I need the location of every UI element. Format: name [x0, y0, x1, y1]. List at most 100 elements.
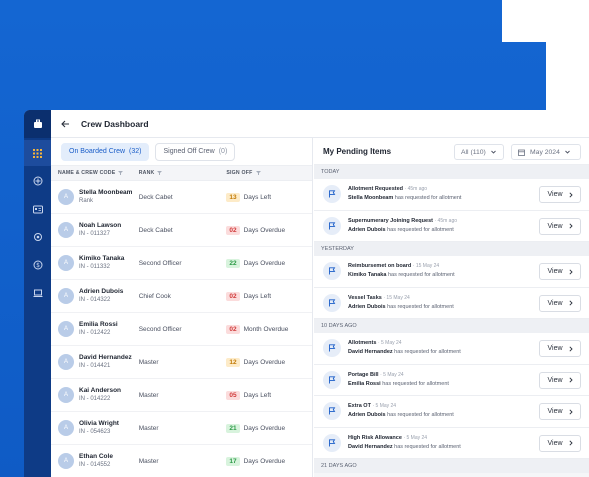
pending-item: Allotment Requested · 45m ago Stella Moo… — [314, 179, 589, 211]
sign-off-cell: 05 Days Left — [226, 390, 312, 400]
pending-item: Supernumerary Joining Request · 45m ago … — [314, 210, 589, 242]
view-button[interactable]: View — [539, 403, 581, 420]
crew-name[interactable]: Stella Moonbeam — [79, 188, 132, 197]
table-row[interactable]: A Noah Lawson IN - 011327 Deck Cabet 02 … — [51, 214, 312, 247]
table-row[interactable]: A Olivia Wright IN - 054623 Master 21 Da… — [51, 412, 312, 445]
pending-list: TODAY Allotment Requested · 45m ago Stel… — [314, 165, 589, 473]
table-row[interactable]: A Adrien Dubois IN - 014322 Chief Cook 0… — [51, 280, 312, 313]
tab-label: Signed Off Crew — [163, 148, 215, 155]
sign-off-status: Days Overdue — [243, 259, 286, 267]
pending-item-title-line: Supernumerary Joining Request · 45m ago — [348, 217, 457, 226]
column-label: NAME & CREW CODE — [58, 170, 116, 176]
table-row[interactable]: A Kimiko Tanaka IN - 011332 Second Offic… — [51, 247, 312, 280]
view-label: View — [547, 345, 563, 352]
crew-info: Kimiko Tanaka IN - 011332 — [79, 254, 124, 272]
rail-item-finance[interactable]: $ — [24, 252, 51, 278]
view-button[interactable]: View — [539, 217, 581, 235]
crew-name[interactable]: Noah Lawson — [79, 221, 121, 230]
crew-info: Olivia Wright IN - 054623 — [79, 419, 119, 437]
tab-count: (32) — [129, 148, 142, 155]
status-filter-select[interactable]: All (110) — [454, 144, 504, 160]
rail-item-laptop[interactable] — [24, 280, 51, 306]
view-button[interactable]: View — [539, 434, 581, 452]
flag-icon — [323, 433, 341, 452]
days-badge: 22 — [226, 258, 240, 268]
pending-item: Allotments · 5 May 24 David Hernandez ha… — [314, 333, 589, 365]
crew-name[interactable]: Ethan Cole — [79, 452, 113, 461]
crew-cell: A Adrien Dubois IN - 014322 — [51, 287, 139, 305]
pending-item-time: · 5 May 24 — [377, 340, 402, 347]
view-label: View — [547, 222, 563, 230]
decorative-block — [502, 0, 589, 42]
request-text: has requested for allotment — [394, 349, 461, 356]
sign-off-status: Days Overdue — [243, 424, 286, 432]
view-button[interactable]: View — [539, 263, 581, 280]
avatar: A — [58, 189, 74, 205]
days-badge: 02 — [226, 225, 240, 235]
sign-off-cell: 02 Month Overdue — [226, 324, 312, 334]
pending-item-text: Allotment Requested · 45m ago Stella Moo… — [348, 185, 461, 203]
pending-item-title: High Risk Allowance — [348, 434, 402, 441]
crew-info: Stella Moonbeam Rank — [79, 188, 132, 206]
crew-code: IN - 011332 — [79, 264, 110, 270]
rail-item-id-card[interactable] — [24, 196, 51, 222]
days-badge: 17 — [226, 456, 240, 466]
flag-icon — [323, 185, 341, 204]
pending-item-time: · 5 May 24 — [403, 434, 428, 441]
chevron-right-icon — [568, 191, 573, 198]
tab-signed-off-crew[interactable]: Signed Off Crew (0) — [155, 142, 236, 161]
table-row[interactable]: A Emilia Rossi IN - 012422 Second Office… — [51, 313, 312, 346]
svg-text:$: $ — [36, 262, 40, 269]
avatar: A — [58, 321, 74, 337]
app-window: $ Crew Dashboard On Boarded Crew (32) Si… — [24, 110, 589, 477]
days-badge: 21 — [226, 423, 240, 433]
filter-icon[interactable] — [256, 171, 262, 175]
column-header-name[interactable]: NAME & CREW CODE — [51, 170, 139, 176]
grid-icon — [33, 148, 42, 158]
view-button[interactable]: View — [539, 371, 581, 389]
month-select[interactable]: May 2024 — [511, 144, 581, 160]
table-row[interactable]: A Stella Moonbeam Rank Deck Cabet 13 Day… — [51, 181, 312, 214]
view-button[interactable]: View — [539, 186, 581, 203]
crew-name[interactable]: Emilia Rossi — [79, 320, 118, 329]
chevron-right-icon — [568, 440, 573, 446]
id-card-icon — [32, 205, 43, 213]
column-header-rank[interactable]: RANK — [139, 170, 227, 176]
crew-code: IN - 012422 — [79, 330, 111, 336]
pending-item-text: High Risk Allowance · 5 May 24 David Her… — [348, 434, 461, 452]
crew-name[interactable]: Adrien Dubois — [79, 287, 123, 296]
crew-name[interactable]: David Hernandez — [79, 353, 132, 362]
view-button[interactable]: View — [539, 294, 581, 312]
column-header-sign-off[interactable]: SIGN OFF — [226, 170, 312, 176]
back-button[interactable] — [61, 120, 75, 128]
flag-icon — [323, 402, 341, 421]
rank-cell: Deck Cabet — [138, 193, 173, 201]
crew-cell: A Olivia Wright IN - 054623 — [51, 419, 139, 437]
table-row[interactable]: A David Hernandez IN - 014421 Master 12 … — [51, 346, 312, 379]
crew-name[interactable]: Kai Anderson — [79, 386, 121, 395]
pending-item-time: · 5 May 24 — [372, 403, 397, 410]
filter-icon[interactable] — [118, 171, 124, 175]
tab-onboarded-crew[interactable]: On Boarded Crew (32) — [61, 142, 150, 161]
laptop-icon — [33, 289, 42, 297]
crew-name[interactable]: Olivia Wright — [79, 419, 119, 428]
rank-cell: Master — [138, 391, 159, 399]
chevron-right-icon — [568, 408, 573, 415]
dollar-icon: $ — [33, 260, 42, 270]
pending-item-time: · 45m ago — [404, 186, 428, 193]
table-row[interactable]: A Kai Anderson IN - 014222 Master 05 Day… — [51, 379, 312, 412]
pending-item-desc: Adrien Dubois has requested for allotmen… — [348, 226, 457, 235]
rail-item-settings[interactable] — [24, 224, 51, 250]
rail-item-compass[interactable] — [24, 168, 51, 194]
table-row[interactable]: A Ethan Cole IN - 014552 Master 17 Days … — [51, 445, 312, 477]
crew-name[interactable]: Kimiko Tanaka — [79, 254, 124, 263]
rail-item-dashboard[interactable] — [24, 140, 51, 166]
filter-icon[interactable] — [157, 171, 163, 175]
pending-item-time: · 15 May 24 — [383, 294, 410, 301]
view-label: View — [547, 268, 563, 275]
days-badge: 02 — [226, 291, 240, 301]
app-logo[interactable] — [24, 110, 51, 138]
view-button[interactable]: View — [539, 340, 581, 357]
crew-code: IN - 011327 — [79, 231, 110, 237]
pending-item-title-line: Portage Bill · 5 May 24 — [348, 371, 449, 380]
